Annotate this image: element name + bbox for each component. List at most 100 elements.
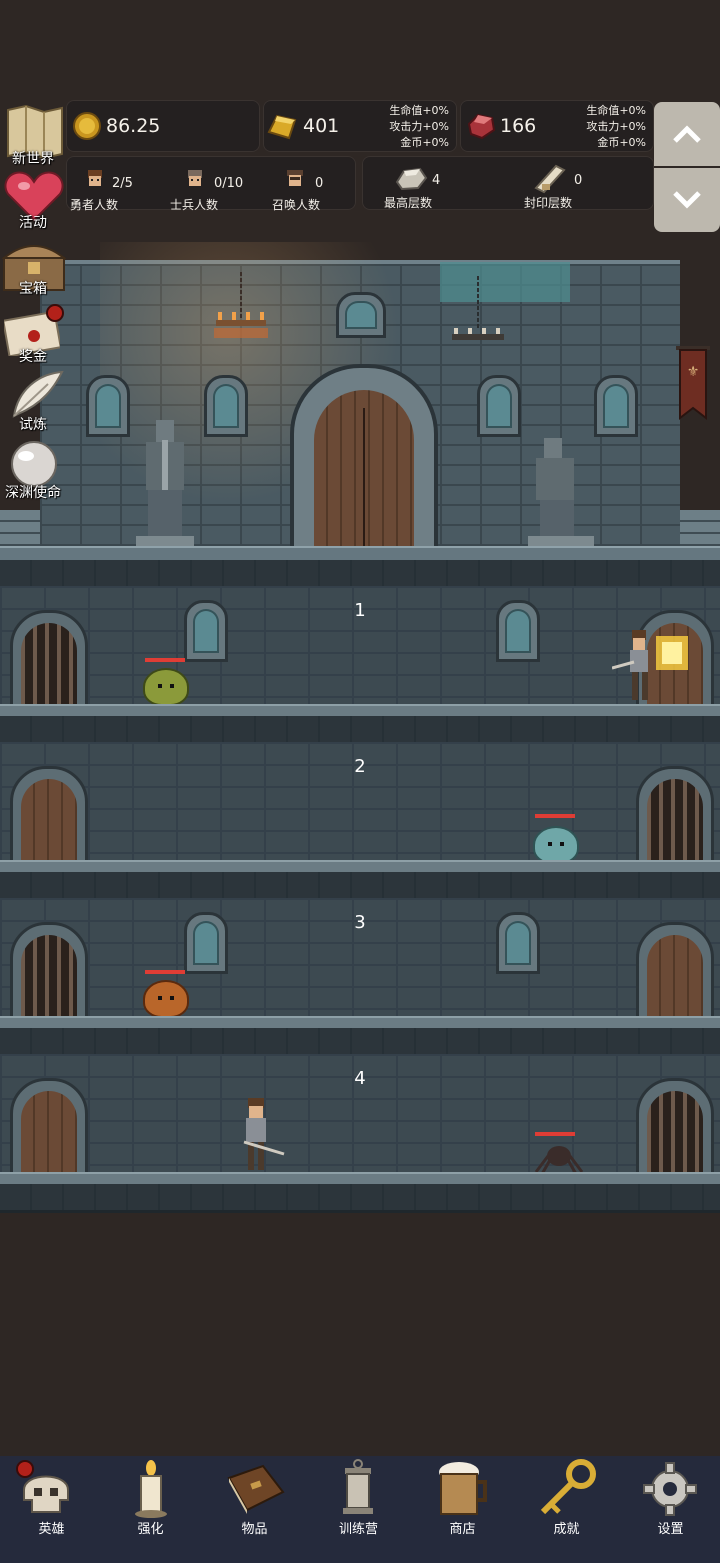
spider-enemy[interactable] — [534, 1142, 584, 1174]
gold-value: 86.25 — [106, 115, 161, 137]
floor-window — [184, 912, 228, 974]
floor-4-ledge — [0, 1172, 720, 1184]
bonus-atk: 攻击力+0% — [586, 120, 646, 133]
side-label: 试炼 — [19, 417, 47, 433]
nav-label: 商店 — [449, 1522, 476, 1537]
bottom-nav: 英雄 强化 物品 训练营 商店 成就 设置 — [0, 1456, 720, 1563]
green-slime-enemy[interactable] — [143, 668, 189, 706]
hero-warrior-walking[interactable] — [238, 1096, 288, 1174]
soldier-count-label: 士兵人数 — [170, 198, 219, 212]
side-label: 宝箱 — [19, 281, 47, 297]
floor-door-right[interactable] — [636, 922, 714, 1022]
right-stairs — [680, 510, 720, 546]
gem-bonuses: 生命值+0% 攻击力+0% 金币+0% — [586, 103, 646, 151]
side-label: 奖金 — [19, 349, 47, 365]
gold-panel: 86.25 — [66, 100, 260, 152]
chevron-down-icon — [673, 191, 701, 209]
gold-coin-icon — [73, 112, 101, 140]
floor-door-left[interactable] — [10, 922, 88, 1022]
hall-ledge — [0, 560, 720, 589]
scroll-down-button[interactable] — [654, 168, 720, 232]
side-label: 新世界 — [12, 151, 54, 167]
bonus-atk: 攻击力+0% — [389, 120, 449, 133]
floor-window — [496, 912, 540, 974]
side-new-world[interactable]: 新世界 — [0, 104, 72, 168]
floor-number: 2 — [354, 756, 366, 777]
floor-door-left[interactable] — [10, 610, 88, 710]
knight-statue-left — [136, 420, 194, 548]
scroll-up-button[interactable] — [654, 102, 720, 166]
knight-statue-right — [528, 438, 594, 548]
side-chest[interactable]: 宝箱 — [0, 234, 72, 298]
summon-count: 0 — [315, 176, 324, 191]
beer-mug-icon — [439, 1462, 487, 1515]
bonus-gold: 金币+0% — [597, 136, 646, 149]
nav-label: 物品 — [241, 1522, 268, 1537]
side-abyss-mission[interactable]: 深渊使命 — [0, 438, 72, 502]
soldier-count: 0/10 — [214, 176, 244, 191]
hall-window — [204, 375, 248, 437]
floor-3-ledge — [0, 1016, 720, 1028]
lit-chandelier-icon — [214, 272, 268, 338]
floor-door-left[interactable] — [10, 766, 88, 866]
floor-1-underside — [0, 716, 720, 745]
floor-2-underside — [0, 872, 720, 901]
bonus-hp: 生命值+0% — [586, 104, 646, 117]
nav-shop[interactable]: 商店 — [411, 1456, 514, 1563]
nav-items[interactable]: 物品 — [203, 1456, 306, 1563]
notification-dot — [46, 304, 64, 322]
orange-slime-enemy[interactable] — [143, 980, 189, 1018]
nav-settings[interactable]: 设置 — [619, 1456, 720, 1563]
gem-value: 166 — [500, 115, 537, 137]
floor-4-underside — [0, 1184, 720, 1213]
nav-label: 成就 — [553, 1522, 580, 1537]
summon-count-label: 召唤人数 — [272, 198, 321, 212]
feather-icon — [12, 370, 64, 418]
bonus-hp: 生命值+0% — [389, 104, 449, 117]
hero-count: 2/5 — [112, 176, 133, 191]
svg-text:⚜: ⚜ — [687, 364, 700, 380]
floor-door-right[interactable] — [636, 1078, 714, 1178]
floor-number: 1 — [354, 600, 366, 621]
floor-door-right[interactable] — [636, 766, 714, 866]
side-trial[interactable]: 试炼 — [0, 370, 72, 434]
hall-window — [477, 375, 521, 437]
nav-label: 训练营 — [338, 1522, 378, 1537]
gold-bar-bonuses: 生命值+0% 攻击力+0% 金币+0% — [389, 103, 449, 151]
side-event[interactable]: 活动 — [0, 168, 72, 232]
lantern-icon — [343, 1459, 373, 1514]
floor-door-left[interactable] — [10, 1078, 88, 1178]
hero-count-label: 勇者人数 — [70, 198, 119, 212]
enemy-hp-bar — [535, 1132, 575, 1136]
gold-bar-value: 401 — [303, 115, 340, 137]
hall-window — [594, 375, 638, 437]
candle-icon — [135, 1460, 167, 1518]
nav-achievements[interactable]: 成就 — [515, 1456, 618, 1563]
enemy-hp-bar — [535, 814, 575, 818]
sealed-floor-value: 0 — [574, 173, 583, 188]
hall-window — [336, 292, 386, 338]
sealed-floor-label: 封印层数 — [524, 196, 573, 210]
max-floor-label: 最高层数 — [384, 196, 433, 210]
bonus-gold: 金币+0% — [400, 136, 449, 149]
nav-label: 英雄 — [38, 1522, 65, 1537]
summoner-head-icon — [287, 170, 303, 186]
nav-training-camp[interactable]: 训练营 — [307, 1456, 410, 1563]
main-gate[interactable] — [290, 364, 438, 556]
nav-upgrade[interactable]: 强化 — [99, 1456, 202, 1563]
unit-count-panel: 2/5 勇者人数 0/10 士兵人数 0 召唤人数 — [66, 156, 356, 212]
max-floor-value: 4 — [432, 173, 441, 188]
notification-dot — [16, 1460, 34, 1478]
floor-3-underside — [0, 1028, 720, 1057]
blue-slime-enemy[interactable] — [533, 826, 579, 864]
nav-heroes[interactable]: 英雄 — [0, 1456, 103, 1563]
left-stairs — [0, 510, 40, 546]
hero-head-icon — [88, 170, 102, 186]
red-gem-icon — [467, 113, 496, 140]
stone-icon — [395, 167, 428, 191]
hero-warrior-attacking[interactable] — [612, 626, 692, 706]
hall-window — [86, 375, 130, 437]
side-bonus[interactable]: 奖金 — [0, 302, 72, 366]
seal-scroll-icon — [534, 164, 566, 194]
floor-number: 4 — [354, 1068, 366, 1089]
